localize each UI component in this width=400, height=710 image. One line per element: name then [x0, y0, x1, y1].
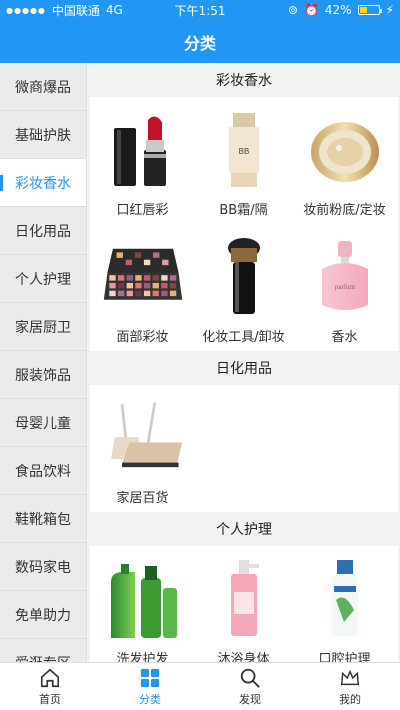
lipstick-image [102, 109, 184, 191]
sidebar-item[interactable]: 微商爆品 [0, 63, 86, 111]
sidebar-item-label: 家居厨卫 [15, 319, 71, 336]
category-tile[interactable]: 洗发护发 [92, 546, 193, 662]
category-tile[interactable]: 口红唇彩 [92, 97, 193, 224]
sidebar-item[interactable]: 个人护理 [0, 255, 86, 303]
tab-item[interactable]: 我的 [300, 663, 400, 710]
category-tile-label: 香水 [331, 330, 358, 345]
category-tile[interactable]: 面部彩妆 [92, 224, 193, 351]
makeup-brush-image [203, 236, 285, 318]
section-title: 彩妆香水 [90, 63, 398, 97]
sidebar-item[interactable]: 数码家电 [0, 543, 86, 591]
bottom-tab-bar: 首页 分类 发现 我的 [0, 662, 400, 710]
category-tile-label: 洗发护发 [116, 652, 169, 662]
sidebar-item-label: 免单助力 [15, 607, 71, 624]
category-tile[interactable]: 化妆工具/卸妆 [193, 224, 294, 351]
section-title: 个人护理 [90, 512, 398, 546]
sidebar-item-label: 爱逛专区 [15, 653, 71, 663]
category-tile-label: 沐浴身体 [217, 652, 270, 662]
tab-label: 发现 [239, 692, 261, 706]
category-tile-label: 口腔护理 [318, 652, 371, 662]
tab-item[interactable]: 分类 [100, 663, 200, 710]
sidebar-item-label: 基础护肤 [15, 127, 71, 144]
eyeshadow-palette-image [102, 236, 184, 318]
search-icon [239, 667, 261, 691]
category-tile-label: 妆前粉底/定妆 [303, 203, 386, 218]
sidebar-item-label: 母婴儿童 [15, 415, 71, 432]
home-icon [39, 667, 61, 691]
category-tile[interactable]: parfum 香水 [294, 224, 395, 351]
top-bar: ●●●●● 中国联通 4G 下午1:51 ⊚ ⏰ 42% ⚡ 分类 [0, 0, 400, 63]
category-tile-label: 口红唇彩 [116, 203, 169, 218]
sidebar-item[interactable]: 食品饮料 [0, 447, 86, 495]
category-tile[interactable]: 家居百货 [92, 385, 193, 512]
category-content[interactable]: 彩妆香水 口红唇彩 BB BB霜/隔 妆前粉底/定妆 面部彩妆 化妆工具/卸妆 p… [90, 63, 398, 662]
sidebar-item-label: 服装饰品 [15, 367, 71, 384]
category-tile-label: 化妆工具/卸妆 [202, 330, 285, 345]
sidebar-item-label: 数码家电 [15, 559, 71, 576]
sidebar-item-label: 日化用品 [15, 223, 71, 240]
shampoo-image [102, 558, 184, 640]
sidebar-item[interactable]: 家居厨卫 [0, 303, 86, 351]
section-title: 日化用品 [90, 351, 398, 385]
category-tile[interactable]: 妆前粉底/定妆 [294, 97, 395, 224]
tab-label: 分类 [139, 692, 161, 706]
tab-label: 我的 [339, 692, 361, 706]
sidebar-item[interactable]: 日化用品 [0, 207, 86, 255]
category-icon [139, 667, 161, 691]
category-grid: 口红唇彩 BB BB霜/隔 妆前粉底/定妆 面部彩妆 化妆工具/卸妆 parfum… [90, 97, 398, 351]
sidebar-item-label: 彩妆香水 [15, 175, 71, 192]
category-tile-label: 家居百货 [116, 491, 169, 506]
category-tile[interactable]: 沐浴身体 [193, 546, 294, 662]
sidebar-item[interactable]: 服装饰品 [0, 351, 86, 399]
category-grid: 家居百货 [90, 385, 398, 512]
sidebar-item[interactable]: 爱逛专区 [0, 639, 86, 663]
category-grid: 洗发护发 沐浴身体 口腔护理 [90, 546, 398, 662]
tab-item[interactable]: 发现 [200, 663, 300, 710]
sidebar-item-label: 鞋靴箱包 [15, 511, 71, 528]
sidebar-item[interactable]: 鞋靴箱包 [0, 495, 86, 543]
sidebar-item[interactable]: 免单助力 [0, 591, 86, 639]
status-time: 下午1:51 [174, 3, 226, 18]
category-tile-label: BB霜/隔 [219, 203, 268, 218]
category-tile[interactable]: BB BB霜/隔 [193, 97, 294, 224]
tab-item[interactable]: 首页 [0, 663, 100, 710]
category-sidebar[interactable]: 微商爆品基础护肤彩妆香水日化用品个人护理家居厨卫服装饰品母婴儿童食品饮料鞋靴箱包… [0, 63, 87, 662]
tab-label: 首页 [39, 692, 61, 706]
page-title: 分类 [183, 33, 216, 53]
mouthwash-image [304, 558, 386, 640]
category-tile[interactable]: 口腔护理 [294, 546, 395, 662]
body-wash-image [203, 558, 285, 640]
sidebar-item[interactable]: 母婴儿童 [0, 399, 86, 447]
sidebar-item-label: 个人护理 [15, 271, 71, 288]
crown-icon [339, 667, 361, 691]
sidebar-item-label: 食品饮料 [15, 463, 71, 480]
svg-text:parfum: parfum [334, 283, 355, 291]
battery-icon [357, 5, 382, 15]
cushion-compact-image [304, 109, 386, 191]
sidebar-item[interactable]: 基础护肤 [0, 111, 86, 159]
svg-text:BB: BB [238, 147, 249, 156]
broom-dustpan-image [102, 397, 184, 479]
bb-cream-image: BB [203, 109, 285, 191]
status-bar: ●●●●● 中国联通 4G 下午1:51 ⊚ ⏰ 42% ⚡ [0, 0, 400, 20]
perfume-image: parfum [304, 236, 386, 318]
sidebar-item-label: 微商爆品 [15, 79, 71, 96]
sidebar-item[interactable]: 彩妆香水 [0, 159, 86, 207]
category-tile-label: 面部彩妆 [116, 330, 169, 345]
